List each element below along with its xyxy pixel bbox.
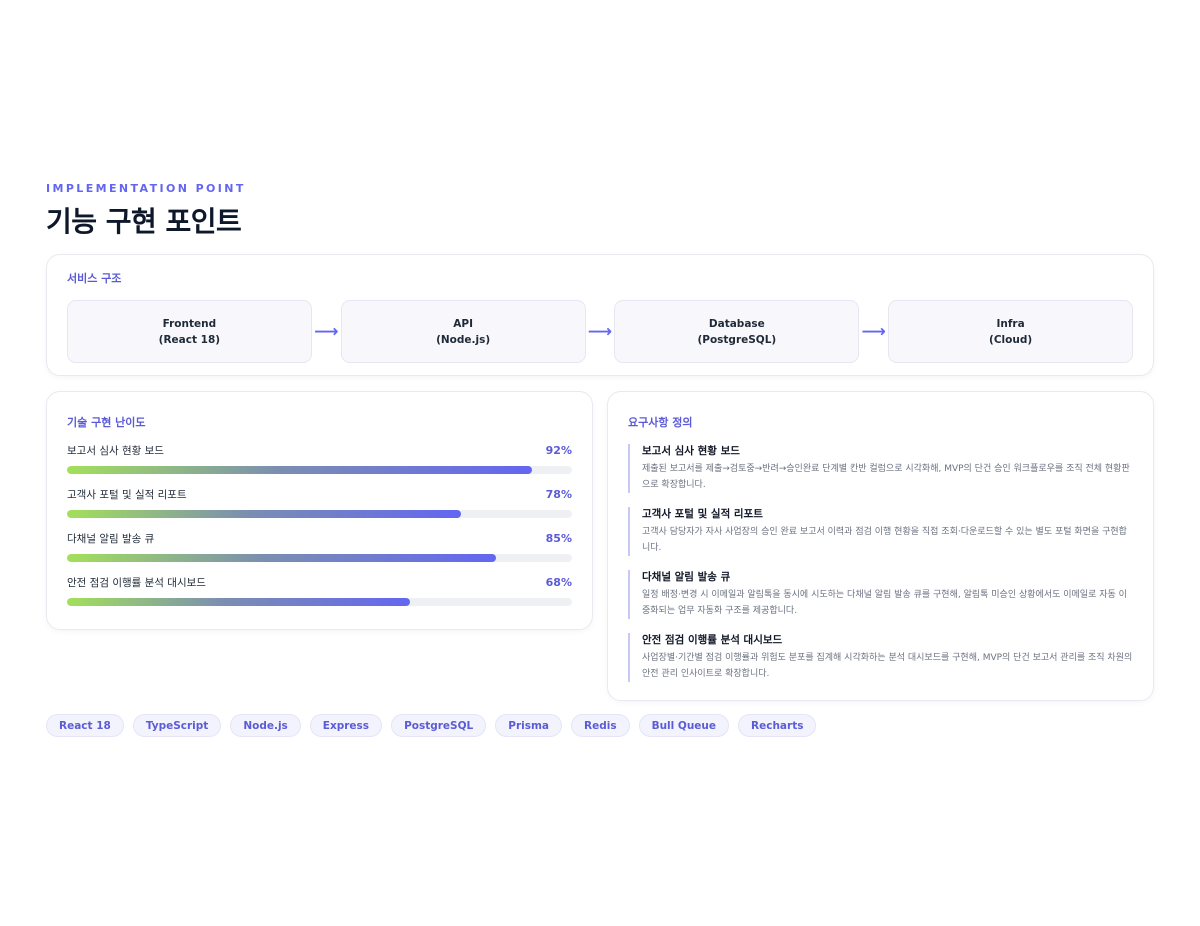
requirement-title: 보고서 심사 현황 보드 xyxy=(642,445,740,457)
tech-tag: React 18 xyxy=(46,714,124,737)
section-eyebrow: IMPLEMENTATION POINT xyxy=(46,182,246,195)
tech-tag: Bull Queue xyxy=(638,714,730,737)
flow-node-name: API xyxy=(453,317,473,330)
flow-node-database: Database (PostgreSQL) xyxy=(614,300,860,363)
page-title: 기능 구현 포인트 xyxy=(46,205,242,238)
progress-fill xyxy=(67,554,497,562)
arrow-right-icon: ⟶ xyxy=(861,321,886,342)
difficulty-label: 다채널 알림 발송 큐 xyxy=(67,532,155,545)
requirement-item: 안전 점검 이행률 분석 대시보드 사업장별·기간별 점검 이행률과 위험도 분… xyxy=(628,633,1133,682)
requirements-title: 요구사항 정의 xyxy=(628,416,693,429)
flow-node-name: Frontend xyxy=(162,317,217,330)
requirement-title: 안전 점검 이행률 분석 대시보드 xyxy=(642,634,783,646)
service-structure-card: 서비스 구조 Frontend (React 18) ⟶ API (Node.j… xyxy=(46,254,1154,376)
difficulty-percent: 68% xyxy=(545,575,572,589)
difficulty-card: 기술 구현 난이도 보고서 심사 현황 보드 92% 고객사 포털 및 실적 리… xyxy=(46,391,593,630)
progress-track xyxy=(67,598,572,606)
service-structure-title: 서비스 구조 xyxy=(67,272,122,285)
progress-fill xyxy=(67,510,461,518)
arrow-right-icon: ⟶ xyxy=(587,321,613,342)
tech-tag: Recharts xyxy=(738,714,817,737)
requirement-item: 고객사 포털 및 실적 리포트 고객사 담당자가 자사 사업장의 승인 완료 보… xyxy=(628,507,1133,556)
requirement-title: 고객사 포털 및 실적 리포트 xyxy=(642,508,763,520)
flow-node-name: Database xyxy=(708,317,765,330)
difficulty-title: 기술 구현 난이도 xyxy=(67,416,146,429)
tech-tag: PostgreSQL xyxy=(391,714,487,737)
flow-node-infra: Infra (Cloud) xyxy=(888,300,1133,363)
difficulty-label: 보고서 심사 현황 보드 xyxy=(67,444,164,457)
difficulty-label: 안전 점검 이행률 분석 대시보드 xyxy=(67,576,206,589)
requirement-desc: 제출된 보고서를 제출→검토중→반려→승인완료 단계별 칸반 컬럼으로 시각화해… xyxy=(642,464,1130,490)
difficulty-label: 고객사 포털 및 실적 리포트 xyxy=(67,488,187,501)
progress-fill xyxy=(67,598,411,606)
flow-node-frontend: Frontend (React 18) xyxy=(67,300,312,363)
flow-node-detail: (Node.js) xyxy=(436,333,491,346)
difficulty-percent: 78% xyxy=(545,487,572,501)
flow-node-detail: (Cloud) xyxy=(989,333,1033,346)
requirement-item: 다채널 알림 발송 큐 일정 배정·변경 시 이메일과 알림톡을 동시에 시도하… xyxy=(628,570,1133,619)
difficulty-item: 안전 점검 이행률 분석 대시보드 68% xyxy=(67,574,572,606)
progress-track xyxy=(67,510,572,518)
difficulty-percent: 85% xyxy=(545,531,572,545)
arrow-right-icon: ⟶ xyxy=(314,321,339,342)
requirements-card: 요구사항 정의 보고서 심사 현황 보드 제출된 보고서를 제출→검토중→반려→… xyxy=(607,391,1154,701)
tech-stack-tags: React 18 TypeScript Node.js Express Post… xyxy=(46,714,817,737)
tech-tag: Prisma xyxy=(495,714,562,737)
difficulty-item: 보고서 심사 현황 보드 92% xyxy=(67,442,572,474)
requirement-title: 다채널 알림 발송 큐 xyxy=(642,571,731,583)
architecture-flow: Frontend (React 18) ⟶ API (Node.js) ⟶ Da… xyxy=(67,300,1133,363)
flow-node-detail: (React 18) xyxy=(158,333,221,346)
requirement-desc: 고객사 담당자가 자사 사업장의 승인 완료 보고서 이력과 점검 이행 현황을… xyxy=(642,527,1127,553)
requirement-desc: 사업장별·기간별 점검 이행률과 위험도 분포를 집계해 시각화하는 분석 대시… xyxy=(642,653,1133,679)
tech-tag: Node.js xyxy=(230,714,301,737)
difficulty-percent: 92% xyxy=(545,443,572,457)
flow-node-name: Infra xyxy=(996,317,1025,330)
difficulty-item: 고객사 포털 및 실적 리포트 78% xyxy=(67,486,572,518)
tech-tag: Express xyxy=(309,714,383,737)
progress-fill xyxy=(67,466,532,474)
requirement-item: 보고서 심사 현황 보드 제출된 보고서를 제출→검토중→반려→승인완료 단계별… xyxy=(628,444,1133,493)
requirement-desc: 일정 배정·변경 시 이메일과 알림톡을 동시에 시도하는 다채널 알림 발송 … xyxy=(642,590,1127,616)
progress-track xyxy=(67,466,572,474)
tech-tag: TypeScript xyxy=(132,714,222,737)
flow-node-detail: (PostgreSQL) xyxy=(697,333,777,346)
progress-track xyxy=(67,554,572,562)
tech-tag: Redis xyxy=(571,714,630,737)
difficulty-item: 다채널 알림 발송 큐 85% xyxy=(67,530,572,562)
flow-node-api: API (Node.js) xyxy=(340,300,586,363)
